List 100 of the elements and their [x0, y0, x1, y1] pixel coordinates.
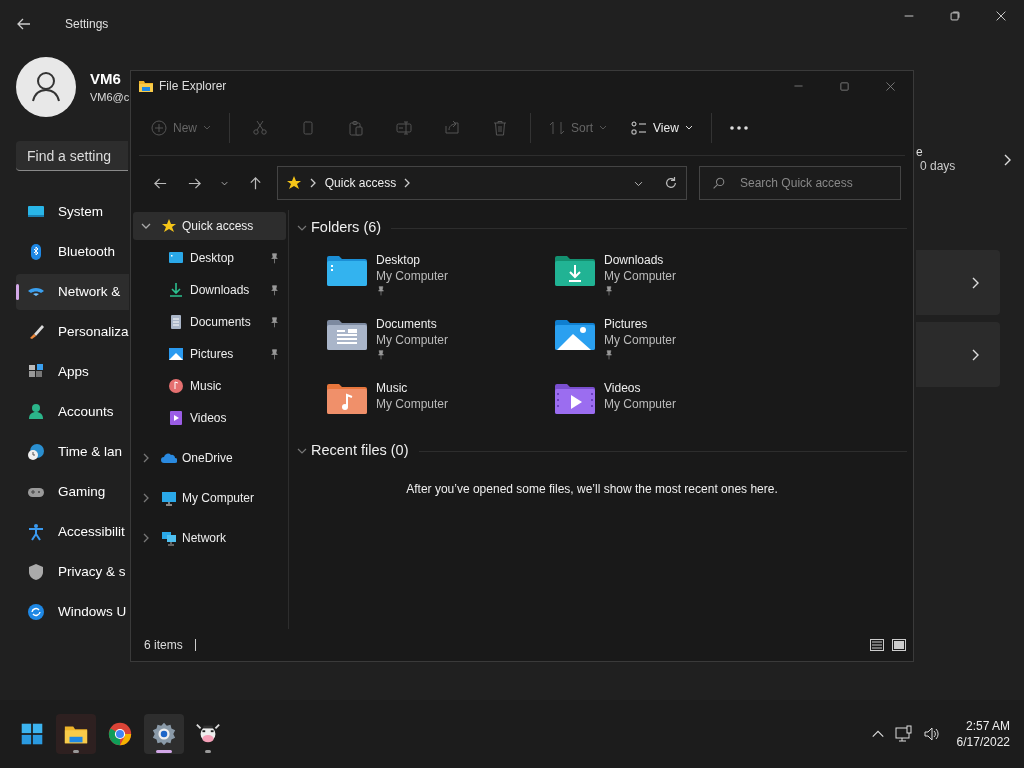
search-field[interactable]: Search Quick access: [699, 166, 901, 200]
folder-icon: [138, 78, 154, 94]
folder-tile[interactable]: Videos My Computer: [553, 380, 781, 430]
maximize-icon: [837, 79, 851, 93]
back-icon[interactable]: [16, 16, 32, 32]
breadcrumb[interactable]: Quick access: [324, 174, 397, 192]
settings-nav-item[interactable]: Windows U: [16, 594, 129, 630]
folder-location: My Computer: [604, 268, 677, 284]
folder-name: Downloads: [604, 252, 665, 268]
folder-name: Videos: [604, 380, 642, 396]
settings-nav-item[interactable]: Apps: [16, 354, 129, 390]
minimize-icon: [791, 85, 805, 87]
folder-tile[interactable]: Documents My Computer: [325, 316, 553, 366]
folder-tile[interactable]: Downloads My Computer: [553, 252, 781, 302]
folder-location: My Computer: [604, 332, 677, 348]
copy-icon: [300, 120, 316, 136]
refresh-icon[interactable]: [664, 176, 678, 190]
gear-icon: [151, 721, 177, 747]
clipboard-icon: [348, 120, 364, 136]
user-email: VM6@c: [90, 90, 130, 105]
avatar-icon: [16, 57, 76, 117]
clock[interactable]: 2:57 AM 6/17/2022: [956, 718, 1010, 750]
search-icon: [712, 177, 725, 190]
window-title: Settings: [65, 16, 109, 33]
card-text: e: [916, 146, 924, 158]
settings-nav-item[interactable]: System: [16, 194, 129, 230]
caret-icon: [203, 125, 211, 131]
nav-item[interactable]: My Computer: [133, 484, 286, 512]
accounts-icon: [26, 402, 46, 422]
folder-name: Desktop: [376, 252, 422, 268]
chevron-down-icon[interactable]: [141, 221, 151, 231]
folder-location: My Computer: [376, 396, 449, 412]
monitor-icon: [161, 490, 177, 506]
privacy-icon: [26, 562, 46, 582]
nav-item[interactable]: Quick access: [133, 212, 286, 240]
settings-nav-item[interactable]: Network &: [16, 274, 129, 310]
plus-icon: [151, 120, 167, 136]
folder-location: My Computer: [604, 396, 677, 412]
selection-indicator: [16, 284, 19, 300]
chevron-down-icon[interactable]: [297, 223, 307, 233]
section-header[interactable]: Recent files (0): [311, 440, 409, 462]
close-icon: [994, 9, 1008, 23]
user-name: VM6: [90, 69, 122, 89]
window-title: File Explorer: [159, 78, 227, 95]
windows-logo-icon: [20, 722, 44, 746]
document-icon: [168, 314, 184, 330]
time-icon: [26, 442, 46, 462]
volume-icon[interactable]: [922, 725, 941, 743]
settings-nav-item[interactable]: Bluetooth: [16, 234, 129, 270]
rename-icon: [396, 120, 412, 136]
chevron-right-icon: [403, 178, 412, 188]
card-text: 0 days: [920, 158, 956, 174]
address-bar[interactable]: Quick access: [276, 166, 687, 200]
list-view-icon: [631, 120, 648, 136]
network-icon: [161, 530, 177, 546]
picture-icon: [168, 346, 184, 362]
tiles-view-button[interactable]: [891, 637, 907, 653]
chevron-down-icon[interactable]: [297, 446, 307, 456]
tiles-icon: [892, 639, 906, 651]
folder-tile[interactable]: Pictures My Computer: [553, 316, 781, 366]
taskbar-app-button[interactable]: [144, 714, 184, 754]
nav-item[interactable]: Downloads: [133, 276, 286, 304]
section-header[interactable]: Folders (6): [311, 217, 382, 239]
nav-item[interactable]: Network: [133, 524, 286, 552]
taskbar-app-button[interactable]: [56, 714, 96, 754]
caret-icon: [599, 125, 608, 131]
nav-item[interactable]: Videos: [133, 404, 286, 432]
star-icon: [285, 175, 302, 191]
network-icon[interactable]: [894, 725, 913, 743]
desktop-icon: [168, 250, 184, 266]
settings-nav-item[interactable]: Gaming: [16, 474, 129, 510]
settings-nav-item[interactable]: Accessibilit: [16, 514, 129, 550]
music-note-icon: [168, 378, 184, 394]
folder-location: My Computer: [376, 332, 449, 348]
download-icon: [168, 282, 184, 298]
share-icon: [444, 120, 460, 136]
chevron-right-icon: [308, 178, 317, 188]
folder-name: Music: [376, 380, 409, 396]
video-icon: [168, 410, 184, 426]
nav-item[interactable]: Desktop: [133, 244, 286, 272]
minimize-icon: [902, 15, 916, 17]
empty-message: After you’ve opened some files, we’ll show the most recent ones here.: [406, 481, 778, 498]
settings-nav-item[interactable]: Accounts: [16, 394, 129, 430]
settings-nav-item[interactable]: Personaliza: [16, 314, 129, 350]
folder-tile[interactable]: Desktop My Computer: [325, 252, 553, 302]
nav-item[interactable]: Music: [133, 372, 286, 400]
nav-item[interactable]: Pictures: [133, 340, 286, 368]
details-icon: [870, 639, 884, 651]
settings-nav-item[interactable]: Time & lan: [16, 434, 129, 470]
folder-tile[interactable]: Music My Computer: [325, 380, 553, 430]
caret-icon: [684, 125, 693, 131]
settings-nav-item[interactable]: Privacy & s: [16, 554, 129, 590]
folder-name: Pictures: [604, 316, 649, 332]
scissors-icon: [252, 120, 268, 136]
nav-item[interactable]: OneDrive: [133, 444, 286, 472]
view-button[interactable]: View: [619, 110, 705, 146]
folder-name: Documents: [376, 316, 438, 332]
details-view-button[interactable]: [869, 637, 885, 653]
nav-item[interactable]: Documents: [133, 308, 286, 336]
search-field[interactable]: Find a setting: [16, 141, 128, 171]
